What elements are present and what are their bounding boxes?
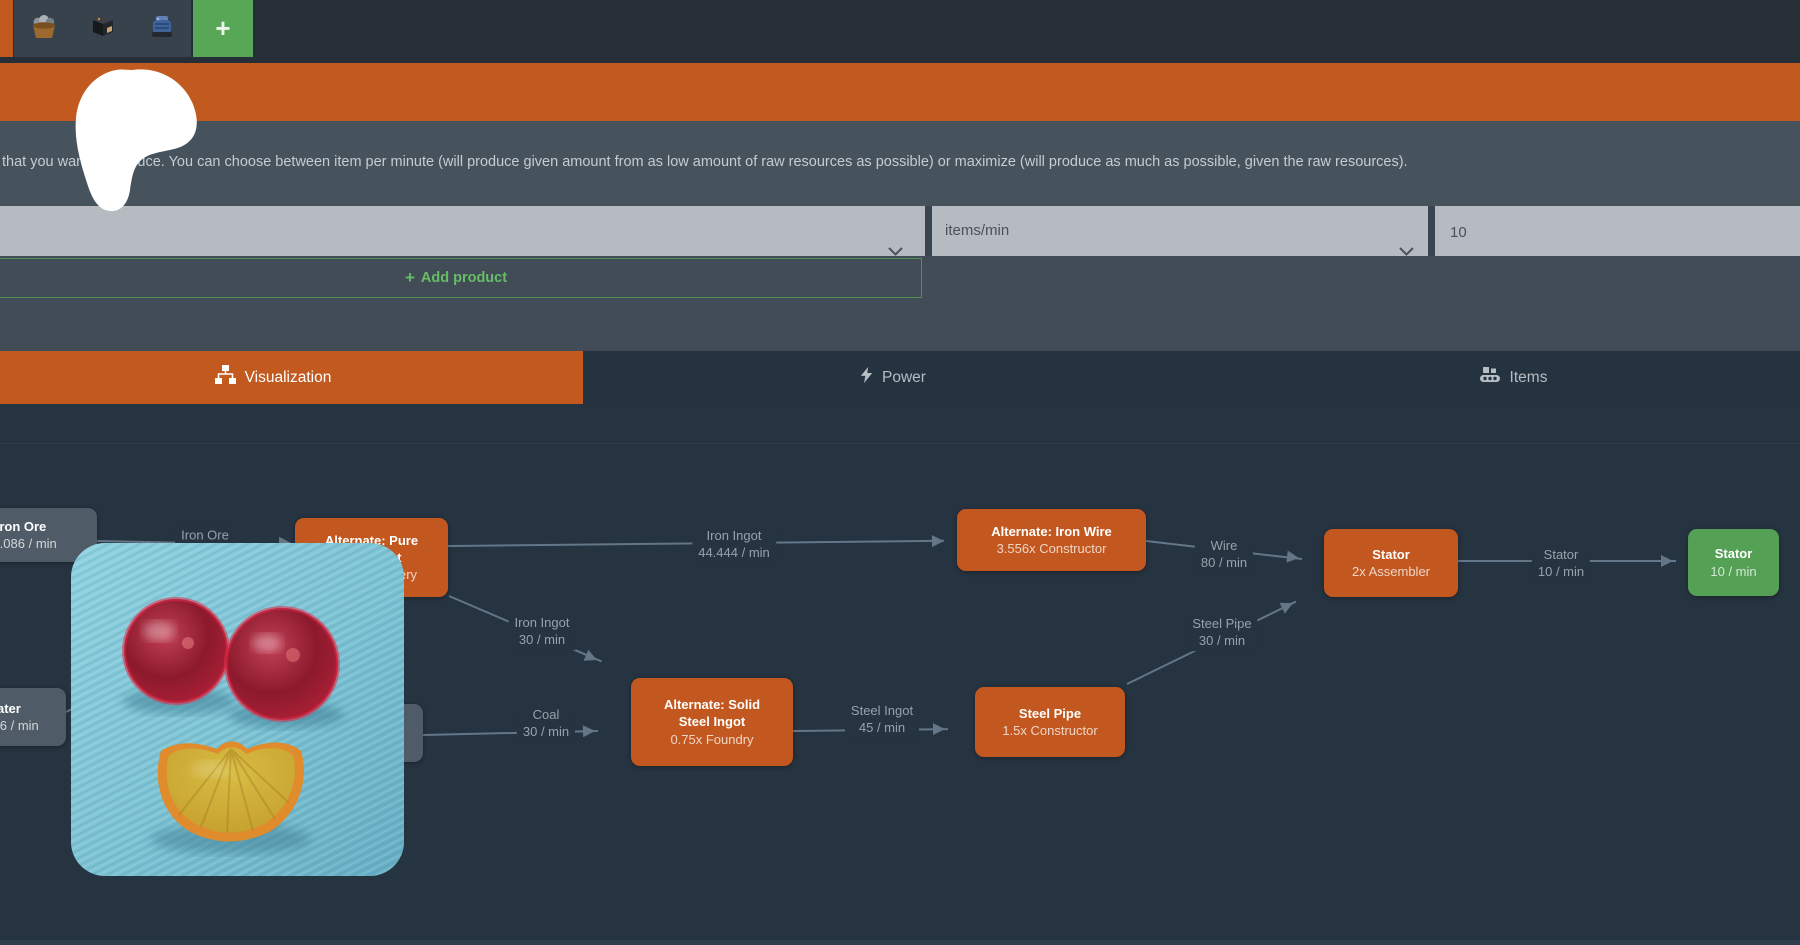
unit-select-value: items/min: [932, 206, 1009, 256]
page-description: that you want to produce. You can choose…: [2, 154, 1408, 170]
dark-crate-icon: [87, 10, 119, 47]
edge-label-steel-pipe-30: Steel Pipe 30 / min: [1186, 615, 1257, 651]
ore-basket-icon: [28, 10, 60, 47]
motor-icon: [146, 10, 178, 47]
tab-power[interactable]: Power: [583, 351, 1203, 404]
plus-icon: +: [215, 13, 230, 44]
new-factory-tab-button[interactable]: +: [193, 0, 253, 57]
gummy-candy-photo: [71, 543, 404, 876]
node-solid-steel-ingot[interactable]: Alternate: Solid Steel Ingot 0.75x Found…: [631, 678, 793, 766]
node-water[interactable]: Water 22.906 / min: [0, 688, 66, 746]
conveyor-icon: [1479, 366, 1501, 390]
edge-arrow-icon: [1286, 551, 1299, 564]
sitemap-icon: [215, 365, 236, 390]
node-stator-output[interactable]: Stator 10 / min: [1688, 529, 1779, 596]
factory-tabs: [14, 0, 191, 57]
node-iron-wire[interactable]: Alternate: Iron Wire 3.556x Constructor: [957, 509, 1146, 571]
node-steel-pipe[interactable]: Steel Pipe 1.5x Constructor: [975, 687, 1125, 757]
edge-arrow-icon: [933, 723, 945, 735]
tab-power-label: Power: [882, 369, 926, 387]
bottom-strip: [0, 940, 1800, 945]
production-planner-app: + that you want to produce. You can choo…: [0, 0, 1800, 945]
node-stator[interactable]: Stator 2x Assembler: [1324, 529, 1458, 597]
edge-label-coal-30: Coal 30 / min: [517, 706, 575, 742]
edge-label-wire-80: Wire 80 / min: [1195, 537, 1253, 573]
edge-label-iron-ingot-44: Iron Ingot 44.444 / min: [692, 527, 776, 563]
description-band: that you want to produce. You can choose…: [0, 121, 1800, 206]
amount-input-wrap: [1435, 206, 1800, 256]
factory-tab-active[interactable]: [0, 0, 13, 57]
tab-items[interactable]: Items: [1203, 351, 1800, 404]
edge-label-stator-10: Stator 10 / min: [1532, 546, 1590, 582]
white-blob-sticker: [70, 64, 212, 216]
add-product-button[interactable]: + Add product: [0, 258, 922, 298]
factory-tab-bar: +: [0, 0, 1800, 63]
tab-visualization[interactable]: Visualization: [0, 351, 583, 404]
canvas-divider: [0, 443, 1800, 444]
amount-input[interactable]: [1448, 208, 1792, 256]
view-tab-bar: Visualization Power Items: [0, 351, 1800, 404]
header-band: [0, 63, 1800, 121]
edge-arrow-icon: [583, 725, 595, 737]
edge-label-steel-ingot-45: Steel Ingot 45 / min: [845, 702, 919, 738]
edge-arrow-icon: [932, 535, 944, 547]
unit-select[interactable]: items/min: [932, 206, 1428, 256]
tab-visualization-label: Visualization: [245, 369, 332, 387]
edge-label-iron-ingot-30: Iron Ingot 30 / min: [509, 614, 576, 650]
tab-items-label: Items: [1510, 369, 1548, 387]
add-product-label: Add product: [421, 270, 507, 286]
bolt-icon: [860, 365, 873, 390]
factory-tab-ore-basket[interactable]: [14, 0, 73, 57]
factory-tab-dark-crate[interactable]: [73, 0, 132, 57]
add-product-panel: + Add product: [0, 256, 1800, 351]
plus-icon: +: [405, 268, 415, 288]
factory-tab-motor[interactable]: [132, 0, 191, 57]
product-form-row: Stator items/min: [0, 206, 1800, 256]
edge-arrow-icon: [1661, 555, 1673, 567]
